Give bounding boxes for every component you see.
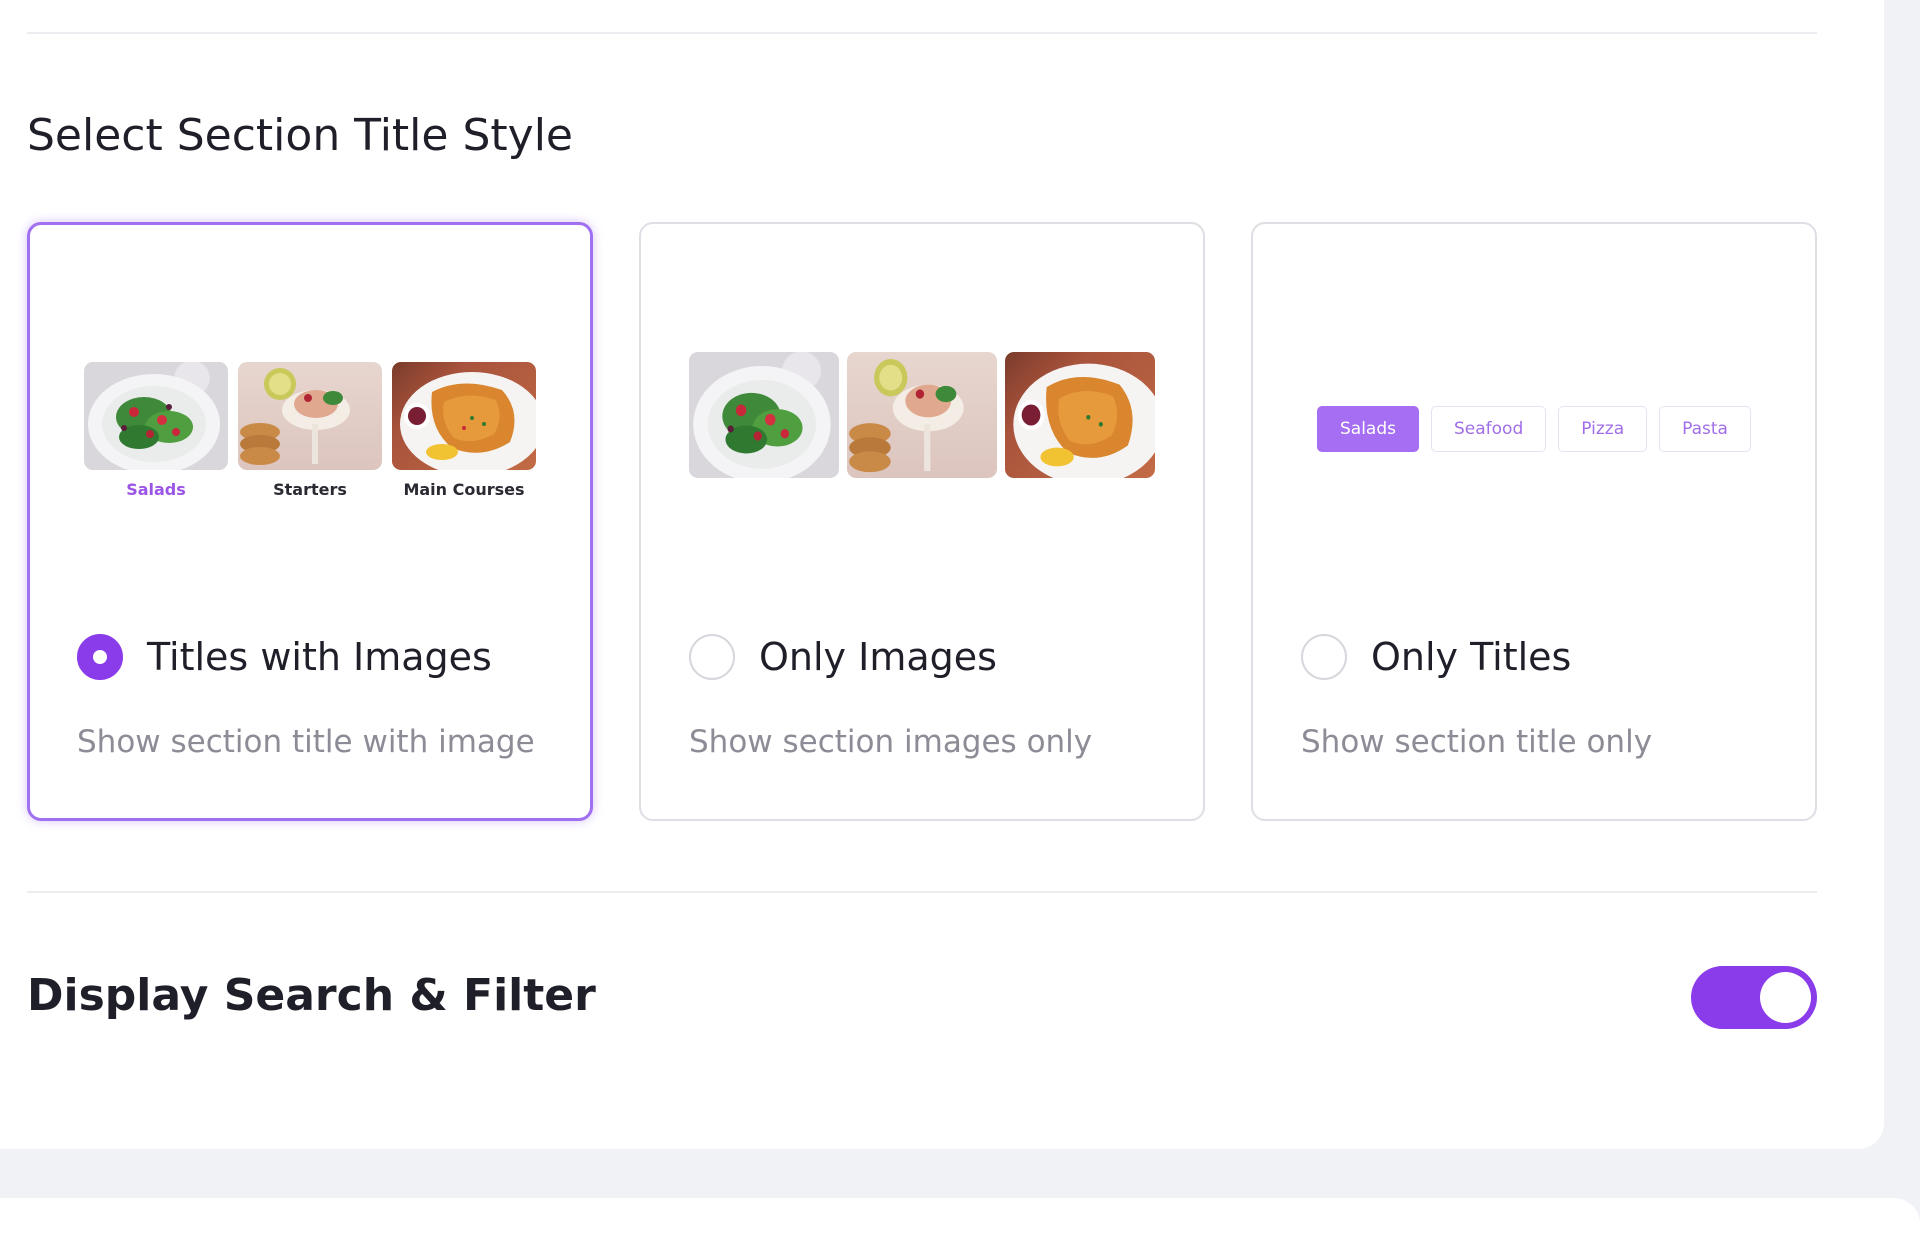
thumb-caption-main-courses: Main Courses xyxy=(403,480,525,499)
starters-image xyxy=(238,362,382,470)
radio-only-images[interactable] xyxy=(689,634,735,680)
preview-pill-salads: Salads xyxy=(1317,406,1419,452)
option-desc-only-titles: Show section title only xyxy=(1301,724,1653,760)
option-card-only-titles[interactable]: Salads Seafood Pizza Pasta Only Titles S… xyxy=(1251,222,1817,821)
thumb-caption-salads: Salads xyxy=(126,480,186,499)
main-courses-image xyxy=(392,362,536,470)
salad-image xyxy=(689,352,839,478)
starters-image xyxy=(847,352,997,478)
radio-titles-with-images[interactable] xyxy=(77,634,123,680)
settings-panel: Select Section Title Style Salads Starte… xyxy=(0,0,1884,1149)
next-panel xyxy=(0,1198,1920,1238)
preview-thumb-main-courses: Main Courses xyxy=(392,362,536,499)
search-filter-toggle[interactable] xyxy=(1691,966,1817,1029)
preview-thumb-starters: Starters xyxy=(238,362,382,499)
preview-pill-pasta: Pasta xyxy=(1659,406,1751,452)
preview-thumb-salads: Salads xyxy=(84,362,228,499)
preview-pill-pizza: Pizza xyxy=(1558,406,1648,452)
search-filter-label: Display Search & Filter xyxy=(27,970,596,1021)
section-title-style-heading: Select Section Title Style xyxy=(27,110,573,161)
option-card-titles-with-images[interactable]: Salads Starters Main Courses Titles with… xyxy=(27,222,593,821)
radio-only-titles[interactable] xyxy=(1301,634,1347,680)
main-courses-image xyxy=(1005,352,1155,478)
option-card-only-images[interactable]: Only Images Show section images only xyxy=(639,222,1205,821)
preview-pill-seafood: Seafood xyxy=(1431,406,1547,452)
top-divider xyxy=(27,32,1817,34)
thumb-caption-starters: Starters xyxy=(273,480,347,499)
option-desc-titles-with-images: Show section title with image xyxy=(77,724,535,760)
titles-with-images-preview: Salads Starters Main Courses xyxy=(30,225,590,605)
only-titles-preview: Salads Seafood Pizza Pasta xyxy=(1253,224,1815,604)
option-label-only-images: Only Images xyxy=(759,635,997,679)
toggle-knob xyxy=(1760,972,1811,1023)
only-images-preview xyxy=(641,224,1203,604)
section-divider xyxy=(27,891,1817,893)
option-label-titles-with-images: Titles with Images xyxy=(147,635,492,679)
salad-image xyxy=(84,362,228,470)
option-label-only-titles: Only Titles xyxy=(1371,635,1572,679)
option-desc-only-images: Show section images only xyxy=(689,724,1093,760)
